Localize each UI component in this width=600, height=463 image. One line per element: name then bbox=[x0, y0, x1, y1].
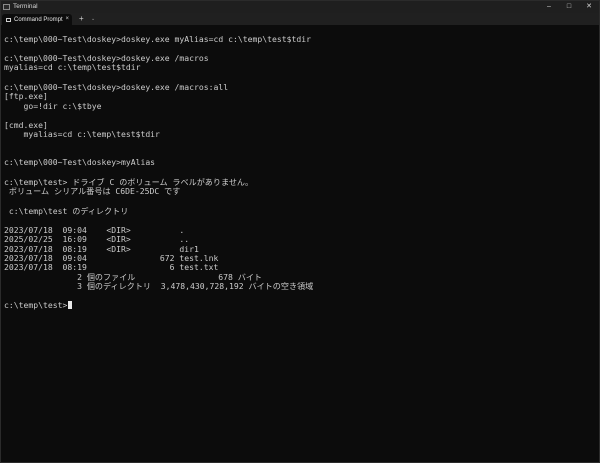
prompt-text: c:\temp\test> bbox=[4, 300, 68, 310]
console-line: c:\temp\test のディレクトリ bbox=[4, 206, 129, 216]
terminal-window: Terminal – □ ✕ Command Prompt × + ⌄ c:\t… bbox=[0, 0, 600, 463]
console-line: 3 個のディレクトリ 3,478,430,728,192 バイトの空き領域 bbox=[4, 281, 314, 291]
console-line: myalias=cd c:\temp\test$tdir bbox=[4, 129, 160, 139]
console-line: c:\temp\000~Test\doskey>doskey.exe myAli… bbox=[4, 34, 311, 44]
window-title: Terminal bbox=[13, 3, 38, 10]
console-line: 2023/07/18 08:19 6 test.txt bbox=[4, 262, 219, 272]
console-line: ボリューム シリアル番号は C6DE-25DC です bbox=[4, 186, 181, 196]
window-controls: – □ ✕ bbox=[539, 1, 599, 13]
new-tab-button[interactable]: + bbox=[79, 13, 84, 25]
tab-command-prompt[interactable]: Command Prompt × bbox=[2, 14, 72, 25]
console-line: [ftp.exe] bbox=[4, 91, 48, 101]
console-line: 2025/02/25 16:09 <DIR> .. bbox=[4, 234, 190, 244]
prompt-line[interactable]: c:\temp\test> bbox=[4, 300, 73, 310]
close-button[interactable]: ✕ bbox=[579, 1, 599, 13]
terminal-app-icon bbox=[3, 4, 10, 10]
minimize-button[interactable]: – bbox=[539, 1, 559, 13]
console-line: myalias=cd c:\temp\test$tdir bbox=[4, 62, 141, 72]
maximize-button[interactable]: □ bbox=[559, 1, 579, 13]
console-output[interactable]: c:\temp\000~Test\doskey>doskey.exe myAli… bbox=[4, 35, 594, 455]
text-cursor bbox=[68, 301, 73, 309]
tab-close-icon[interactable]: × bbox=[65, 14, 69, 25]
chevron-down-icon[interactable]: ⌄ bbox=[91, 13, 95, 25]
console-line: c:\temp\000~Test\doskey>myAlias bbox=[4, 157, 156, 167]
tab-label: Command Prompt bbox=[14, 16, 63, 23]
command-prompt-icon bbox=[6, 17, 11, 22]
console-line: go=!dir c:\$tbye bbox=[4, 101, 102, 111]
title-bar[interactable]: Terminal – □ ✕ bbox=[1, 1, 599, 13]
